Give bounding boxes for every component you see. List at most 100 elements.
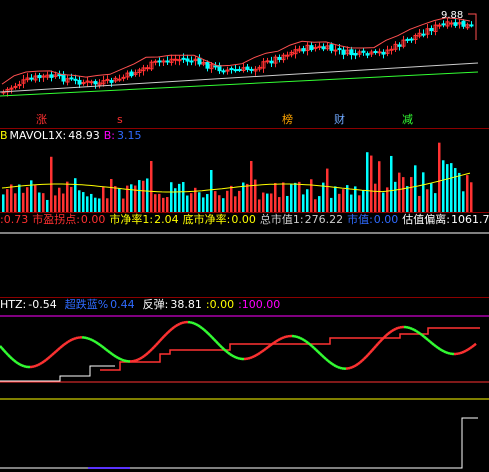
candle-body: [17, 84, 22, 87]
volume-bar: [170, 182, 173, 212]
volume-bar: [94, 197, 97, 212]
candle-body: [145, 67, 150, 70]
volume-bar: [342, 189, 345, 212]
oscillator-segment: [165, 331, 169, 336]
oscillator-segment: [153, 344, 157, 348]
volume-bar: [254, 179, 257, 212]
candle-body: [421, 33, 426, 36]
oscillator-segment: [381, 336, 385, 341]
candle-body: [333, 49, 338, 52]
candle-body: [77, 79, 82, 85]
oscillator-segment: [353, 364, 357, 368]
oscillator-segment: [111, 352, 115, 357]
candle-body: [153, 60, 158, 63]
volume-bar: [58, 187, 61, 212]
oscillator-segment: [307, 341, 311, 346]
oscillator-segment: [157, 339, 161, 344]
volume-bar: [426, 189, 429, 212]
volume-bar: [138, 180, 141, 212]
volume-bar: [286, 195, 289, 212]
oscillator-segment: [87, 337, 91, 341]
oscillator-segment: [233, 355, 237, 359]
oscillator-segment: [5, 351, 9, 356]
volume-bar: [46, 199, 49, 212]
oscillator-segment: [251, 355, 255, 359]
oscillator-segment: [193, 322, 197, 326]
oscillator-segment: [67, 339, 71, 343]
volume-bar: [230, 185, 233, 212]
oscillator-segment: [3, 349, 7, 354]
volume-bar: [198, 192, 201, 212]
candle-body: [361, 50, 366, 53]
signal-s: s: [117, 113, 123, 126]
oscillator-segment: [93, 339, 97, 344]
volume-bar: [390, 155, 393, 212]
oscillator-segment: [441, 349, 445, 353]
oscillator-segment: [313, 347, 317, 351]
oscillator-segment: [389, 329, 393, 334]
oscillator-segment: [223, 348, 227, 353]
volume-bar: [166, 197, 169, 212]
volume-bar: [382, 192, 385, 212]
oscillator-segment: [205, 330, 209, 335]
volume-bar: [354, 186, 357, 212]
oscillator-segment: [113, 354, 117, 358]
oscillator-segment: [391, 328, 395, 332]
oscillator-segment: [317, 350, 321, 355]
oscillator-chart[interactable]: [0, 298, 489, 472]
volume-bar: [206, 194, 209, 212]
oscillator-segment: [221, 346, 225, 351]
price-chart[interactable]: [0, 0, 489, 128]
volume-bar: [466, 175, 469, 212]
candle-body: [105, 78, 110, 81]
oscillator-segment: [379, 338, 383, 343]
candle-body: [81, 82, 86, 85]
oscillator-segment: [315, 348, 319, 353]
oscillator-segment: [253, 354, 257, 358]
oscillator-segment: [417, 331, 421, 335]
oscillator-segment: [325, 358, 329, 362]
oscillator-segment: [147, 350, 151, 354]
oscillator-segment: [225, 350, 229, 354]
volume-bar: [154, 194, 157, 212]
oscillator-segment: [371, 347, 375, 352]
volume-bar: [258, 199, 261, 212]
volume-bar: [162, 197, 165, 212]
oscillator-segment: [63, 342, 67, 346]
valuation-panel: :0.73 市盈拐点:0.00 市净率1:2.04 底市净率:0.00 总市值1:276…: [0, 213, 489, 297]
oscillator-segment: [167, 329, 171, 334]
volume-bar: [338, 193, 341, 212]
signal-step-line: [0, 417, 478, 469]
volume-bar: [434, 193, 437, 212]
volume-chart[interactable]: [0, 129, 489, 212]
oscillator-segment: [163, 333, 167, 338]
oscillator-segment: [23, 365, 27, 368]
volume-bar: [18, 184, 21, 212]
oscillator-segment: [161, 335, 165, 340]
candle-body: [353, 53, 358, 56]
volume-bar: [78, 190, 81, 212]
volume-panel: B MAVOL1X: 48.93 B: 3.15: [0, 129, 489, 212]
oscillator-segment: [415, 329, 419, 334]
oscillator-segment: [357, 361, 361, 365]
oscillator-segment: [471, 344, 475, 348]
oscillator-segment: [283, 335, 287, 339]
step-line-white: [0, 365, 115, 382]
volume-bar: [414, 165, 417, 212]
oscillator-segment: [21, 364, 25, 368]
oscillator-segment: [197, 324, 201, 328]
candle-body: [165, 60, 170, 63]
oscillator-segment: [175, 323, 179, 327]
oscillator-segment: [311, 345, 315, 349]
candle-body: [321, 46, 326, 50]
oscillator-segment: [195, 323, 199, 327]
valuation-chart[interactable]: [0, 213, 489, 297]
oscillator-segment: [17, 362, 21, 366]
oscillator-segment: [209, 334, 213, 339]
oscillator-segment: [369, 349, 373, 354]
high-price-label: 9.88: [441, 10, 464, 21]
candle-body: [373, 51, 378, 54]
oscillator-segment: [387, 331, 391, 335]
candle-body: [57, 74, 62, 77]
volume-bar: [314, 199, 317, 212]
